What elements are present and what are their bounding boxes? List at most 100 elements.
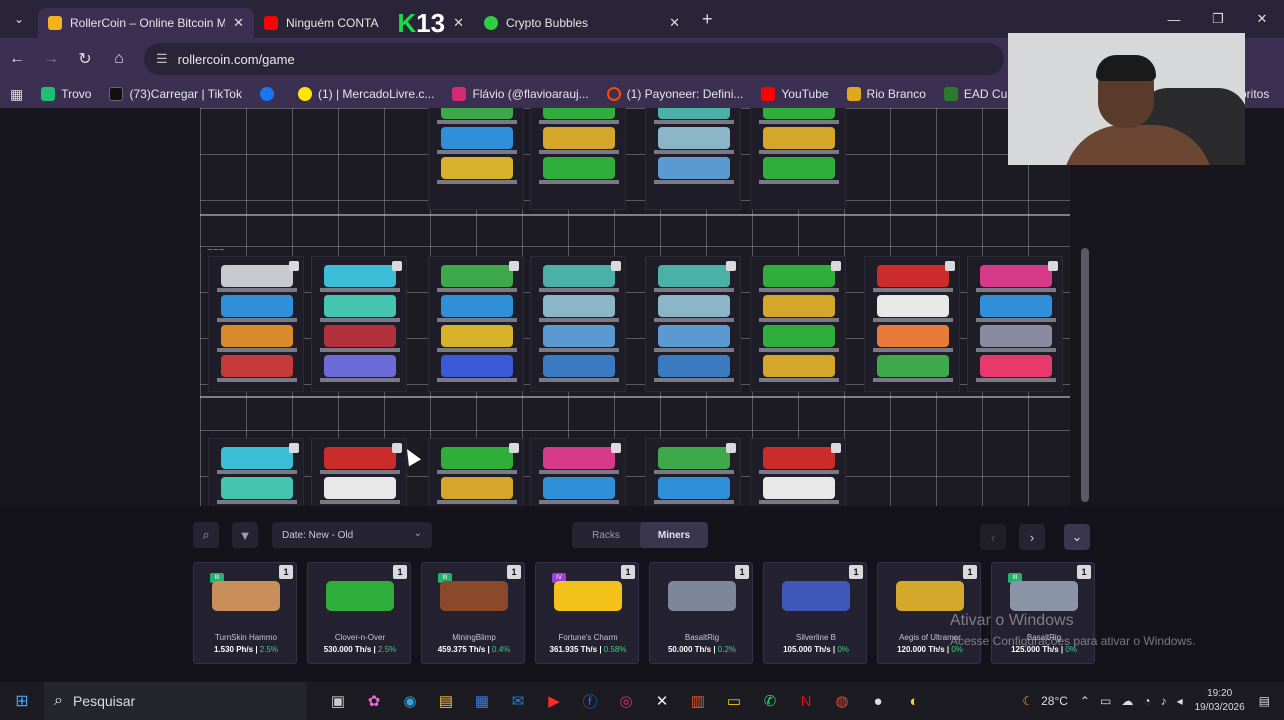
sort-select[interactable]: Date: New - Old ⌄ [272,522,432,548]
tab-racks[interactable]: Racks [572,522,640,548]
netflix-icon[interactable]: N [788,682,824,720]
bookmark-instagram[interactable]: Flávio (@flavioarauj... [452,87,589,101]
apps-grid-icon[interactable]: ▦ [10,86,23,103]
mining-rack[interactable] [530,108,626,210]
bookmark-youtube[interactable]: YouTube [761,87,829,101]
tab-crypto-bubbles[interactable]: Crypto Bubbles ✕ [474,8,690,38]
mining-rack[interactable] [428,438,524,506]
new-tab-icon[interactable]: + [702,9,713,30]
rack-info-icon[interactable] [289,261,299,271]
back-arrow-icon[interactable]: ← [0,42,34,76]
volume-icon[interactable]: ◂ [1177,694,1183,708]
close-tab-icon[interactable]: ✕ [669,15,680,31]
rack-info-icon[interactable] [611,443,621,453]
rack-info-icon[interactable] [831,261,841,271]
rack-info-icon[interactable] [831,443,841,453]
mining-rack[interactable] [428,256,524,392]
store-icon[interactable]: ▦ [464,682,500,720]
mining-rack[interactable] [750,438,846,506]
miner-card[interactable]: 1 III MiningBlimp 459.375 Th/s | 0.4% [421,562,525,664]
obs-icon[interactable]: ● [860,682,896,720]
address-bar[interactable]: ☰ rollercoin.com/game [144,43,1004,75]
notifications-icon[interactable]: ▤ [1259,694,1270,708]
mining-rack[interactable] [530,256,626,392]
close-tab-icon[interactable]: ✕ [233,15,244,31]
mining-rack[interactable] [428,108,524,210]
notes-icon[interactable]: ▭ [716,682,752,720]
rack-info-icon[interactable] [509,261,519,271]
home-icon[interactable]: ⌂ [102,42,136,76]
tab-search-button[interactable]: ⌄ [0,0,38,38]
cloud-icon[interactable]: ☁ [1121,694,1133,708]
reload-icon[interactable]: ↻ [68,42,102,76]
close-window-icon[interactable]: ✕ [1240,0,1284,38]
x-app-icon[interactable]: ✕ [644,682,680,720]
youtube-app-icon[interactable]: ▶ [536,682,572,720]
mining-rack[interactable] [750,108,846,210]
mining-rack[interactable] [750,256,846,392]
mining-rack[interactable] [645,256,741,392]
clock[interactable]: 19:20 19/03/2026 [1195,687,1245,715]
mining-rack[interactable] [864,256,960,392]
miner-card[interactable]: 1 IV Fortune's Charm 361.935 Th/s | 0.58% [535,562,639,664]
rack-info-icon[interactable] [726,261,736,271]
bookmark-trovo[interactable]: Trovo [41,87,91,101]
bookmark-tiktok[interactable]: (73)Carregar | TikTok [109,87,242,101]
chevron-up-icon[interactable]: ⌃ [1080,694,1090,708]
next-page-button[interactable]: › [1019,524,1045,550]
task-view-icon[interactable]: ▣ [320,682,356,720]
wifi-icon[interactable]: ◔ [1143,694,1150,708]
edge-icon[interactable]: ◉ [392,682,428,720]
bookmark-mercadolivre[interactable]: (1) | MercadoLivre.c... [297,87,434,101]
microphone-icon[interactable]: ♪ [1161,694,1167,708]
mining-rack[interactable] [311,256,407,392]
network-icon[interactable]: ▭ [1100,694,1111,708]
rack-info-icon[interactable] [945,261,955,271]
office-icon[interactable]: ▥ [680,682,716,720]
taskbar-search[interactable]: ⌕ Pesquisar [44,682,306,720]
tab-rollercoin[interactable]: RollerCoin – Online Bitcoin Mining ✕ [38,8,254,38]
search-icon[interactable]: ⌕ [193,522,219,548]
app-icon[interactable]: ◐ [896,682,932,720]
outlook-icon[interactable]: ✉ [500,682,536,720]
whatsapp-icon[interactable]: ✆ [752,682,788,720]
miner-card[interactable]: 1 III TurnSkin Hammo 1.530 Ph/s | 2.5% [193,562,297,664]
prev-page-button[interactable]: ‹ [980,524,1006,550]
bookmark-payoneer[interactable]: (1) Payoneer: Defini... [606,87,743,101]
rack-info-icon[interactable] [611,261,621,271]
tab-youtube[interactable]: Ninguém CONTA K13 ✕ [254,8,474,38]
mining-rack[interactable] [645,108,741,210]
file-explorer-icon[interactable]: ▤ [428,682,464,720]
tab-miners[interactable]: Miners [640,522,708,548]
forward-arrow-icon[interactable]: → [34,42,68,76]
site-info-icon[interactable]: ☰ [156,51,168,67]
rack-info-icon[interactable] [392,261,402,271]
game-room[interactable]: ~~~ [0,108,1284,506]
mining-rack[interactable] [208,256,304,392]
copilot-icon[interactable]: ✿ [356,682,392,720]
rack-info-icon[interactable] [289,443,299,453]
room-scrollbar[interactable] [1081,248,1089,502]
rack-info-icon[interactable] [726,443,736,453]
rack-info-icon[interactable] [509,443,519,453]
filter-icon[interactable]: ▼ [232,522,258,548]
chrome-icon[interactable]: ◍ [824,682,860,720]
miner-card[interactable]: 1 Silverline B 105.000 Th/s | 0% [763,562,867,664]
instagram-app-icon[interactable]: ◎ [608,682,644,720]
bookmark-facebook[interactable] [259,87,280,101]
mining-rack[interactable] [208,438,304,506]
mining-rack[interactable] [311,438,407,506]
rack-info-icon[interactable] [1048,261,1058,271]
mining-rack[interactable] [645,438,741,506]
mining-rack[interactable] [967,256,1063,392]
mining-rack[interactable] [530,438,626,506]
miner-card[interactable]: 1 Clover-n-Over 530.000 Th/s | 2.5% [307,562,411,664]
rack-shelf [320,378,400,382]
miner-card[interactable]: 1 BasaltRig 50.000 Th/s | 0.2% [649,562,753,664]
bookmark-rio-branco[interactable]: Rio Branco [846,87,926,101]
close-tab-icon[interactable]: ✕ [453,15,464,31]
weather-icon[interactable]: ☾ [1022,694,1033,708]
facebook-app-icon[interactable]: ⓕ [572,682,608,720]
collapse-panel-button[interactable]: ⌄ [1064,524,1090,550]
windows-start-icon[interactable]: ⊞ [0,682,44,720]
